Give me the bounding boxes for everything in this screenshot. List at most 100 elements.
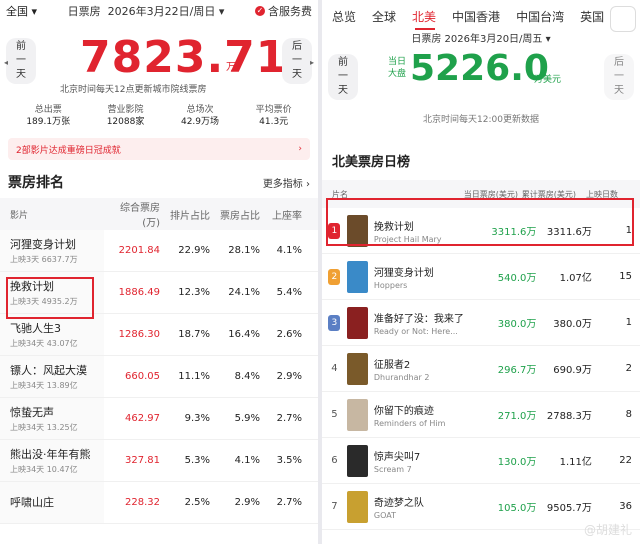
date-selector[interactable]: 日票房 2026年3月22日/周日 ▾ [68, 3, 225, 19]
film-name: 镖人：风起大漠 [10, 364, 87, 377]
rank-cell: 3 [322, 314, 347, 331]
date-selector[interactable]: 日票房 2026年3月20日/周五 ▾ [322, 32, 640, 48]
stat-tickets: 总出票 189.1万张 [26, 105, 71, 127]
stat-avg-price: 平均票价 41.3元 [255, 105, 292, 127]
film-sub: 上映34天 13.89亿 [10, 381, 78, 390]
region-tabs: 总览 全球 北美 中国香港 中国台湾 英国 [322, 0, 640, 32]
film-name: 呼啸山庄 [10, 495, 54, 509]
next-day-button[interactable]: ▸ 后一天 [282, 38, 314, 84]
gross-cell: 1286.30 [118, 329, 160, 340]
poster-image [346, 444, 368, 477]
table-row[interactable]: 2 河狸变身计划 Hoppers 540.0万 1.07亿 15 [322, 254, 640, 300]
tab-global[interactable]: 全球 [372, 8, 396, 25]
sched-cell: 11.1% [178, 371, 210, 382]
film-name: 熊出没·年年有熊 [10, 448, 91, 461]
film-cell: 河狸变身计划 Hoppers [374, 264, 473, 290]
table-row[interactable]: 6 惊声尖叫7 Scream 7 130.0万 1.11亿 22 [322, 438, 640, 484]
ranking-table-body: 1 挽救计划 Project Hail Mary 3311.6万 3311.6万… [322, 208, 640, 530]
left-top-bar: 全国 ▾ 日票房 2026年3月22日/周日 ▾ ✓ 含服务费 [0, 0, 318, 22]
tab-overview[interactable]: 总览 [332, 8, 356, 25]
days-cell: 1 [625, 317, 633, 328]
table-row[interactable]: 飞驰人生3 上映34天 43.07亿 1286.30 18.7% 16.4% 2.… [0, 314, 318, 356]
service-fee-toggle[interactable]: ✓ 含服务费 [254, 3, 312, 19]
share-cell: 16.4% [228, 329, 260, 340]
total-gross-cell: 2788.3万 [546, 411, 592, 422]
total-gross-cell: 9505.7万 [546, 503, 592, 514]
day-gross-cell: 130.0万 [497, 457, 537, 468]
search-icon[interactable] [610, 6, 636, 32]
table-row[interactable]: 惊蛰无声 上映34天 13.25亿 462.97 9.3% 5.9% 2.7% [0, 398, 318, 440]
ranking-table-body: 河狸变身计划 上映3天 6637.7万 2201.84 22.9% 28.1% 4… [0, 230, 318, 524]
table-row[interactable]: 5 你留下的痕迹 Reminders of Him 271.0万 2788.3万… [322, 392, 640, 438]
tab-north-america[interactable]: 北美 [412, 8, 436, 25]
next-day-button[interactable]: 后一天 [604, 54, 634, 100]
gross-cell: 462.97 [125, 413, 160, 424]
day-gross-cell: 380.0万 [497, 319, 537, 330]
tab-taiwan[interactable]: 中国台湾 [516, 8, 564, 25]
tab-hong-kong[interactable]: 中国香港 [452, 8, 500, 25]
active-tab-indicator [415, 28, 435, 30]
total-gross-cell: 1.07亿 [559, 273, 592, 284]
daily-total-unit: 万 [226, 62, 236, 73]
col-share[interactable]: 票房占比 [210, 207, 260, 222]
film-sub: 上映34天 13.25亿 [10, 423, 78, 432]
tab-uk[interactable]: 英国 [580, 8, 604, 25]
film-name: 奇迹梦之队 [373, 497, 424, 509]
sched-cell: 18.7% [178, 329, 210, 340]
table-row[interactable]: 河狸变身计划 上映3天 6637.7万 2201.84 22.9% 28.1% 4… [0, 230, 318, 272]
film-en-name: Reminders of Him [373, 418, 446, 428]
update-note: 北京时间每天12点更新城市院线票房 [60, 85, 207, 95]
share-cell: 28.1% [228, 245, 260, 256]
daily-total-area: 前一天 当日 大盘 5226.0 万美元 后一天 [322, 48, 640, 112]
film-name: 河狸变身计划 [373, 267, 434, 279]
sched-cell: 2.5% [184, 497, 210, 508]
rank-cell: 5 [322, 409, 347, 420]
daily-total-unit: 万美元 [534, 75, 562, 85]
poster-image [346, 306, 368, 339]
film-name: 征服者2 [373, 359, 411, 371]
sched-cell: 22.9% [178, 245, 210, 256]
prev-day-button[interactable]: 前一天 [328, 54, 358, 100]
prev-day-button[interactable]: ◂ 前一天 [4, 38, 36, 84]
col-gross[interactable]: 综合票房(万) [104, 199, 160, 229]
rank-number: 5 [331, 409, 338, 420]
occ-cell: 2.6% [276, 329, 302, 340]
poster-image [346, 398, 368, 431]
rank-cell: 6 [322, 455, 347, 466]
chevron-right-icon: › [298, 144, 302, 154]
occ-cell: 3.5% [276, 455, 302, 466]
col-occ[interactable]: 上座率 [260, 207, 310, 222]
days-cell: 22 [619, 455, 633, 466]
film-name: 惊声尖叫7 [373, 451, 421, 463]
chevron-down-icon: ▾ [31, 5, 38, 18]
table-row[interactable]: 4 征服者2 Dhurandhar 2 296.7万 690.9万 2 [322, 346, 640, 392]
occ-cell: 2.9% [276, 371, 302, 382]
ranking-title: 票房排名 [8, 175, 64, 191]
table-row[interactable]: 呼啸山庄 228.32 2.5% 2.9% 2.7% [0, 482, 318, 524]
gross-cell: 2201.84 [118, 245, 160, 256]
film-en-name: Ready or Not: Here... [373, 326, 458, 336]
occ-cell: 5.4% [276, 287, 302, 298]
china-boxoffice-panel: 全国 ▾ 日票房 2026年3月22日/周日 ▾ ✓ 含服务费 ◂ 前一天 782… [0, 0, 318, 544]
table-row[interactable]: 熊出没·年年有熊 上映34天 10.47亿 327.81 5.3% 4.1% 3.… [0, 440, 318, 482]
daily-total-value: 7823.71 [80, 32, 288, 83]
film-cell: 征服者2 Dhurandhar 2 [374, 356, 473, 382]
table-row[interactable]: 镖人：风起大漠 上映34天 13.89亿 660.05 11.1% 8.4% 2.… [0, 356, 318, 398]
region-selector[interactable]: 全国 ▾ [6, 3, 37, 19]
rank-number: 4 [331, 363, 338, 374]
gross-cell: 228.32 [125, 497, 160, 508]
film-en-name: Scream 7 [373, 464, 412, 474]
col-sched[interactable]: 排片占比 [160, 207, 210, 222]
gross-cell: 1886.49 [118, 287, 160, 298]
achievement-banner[interactable]: 2部影片达成重磅日冠成就 › [8, 138, 310, 160]
film-name: 准备好了没：我来了 [373, 313, 464, 325]
sched-cell: 12.3% [178, 287, 210, 298]
chevron-right-icon: › [306, 178, 310, 190]
days-cell: 8 [625, 409, 633, 420]
table-row[interactable]: 3 准备好了没：我来了 Ready or Not: Here... 380.0万… [322, 300, 640, 346]
poster-image [346, 352, 368, 385]
film-sub: 上映3天 6637.7万 [10, 255, 78, 264]
rank-cell: 4 [322, 363, 347, 374]
more-metrics-button[interactable]: 更多指标 › [263, 175, 310, 190]
film-cell: 准备好了没：我来了 Ready or Not: Here... [374, 310, 473, 336]
